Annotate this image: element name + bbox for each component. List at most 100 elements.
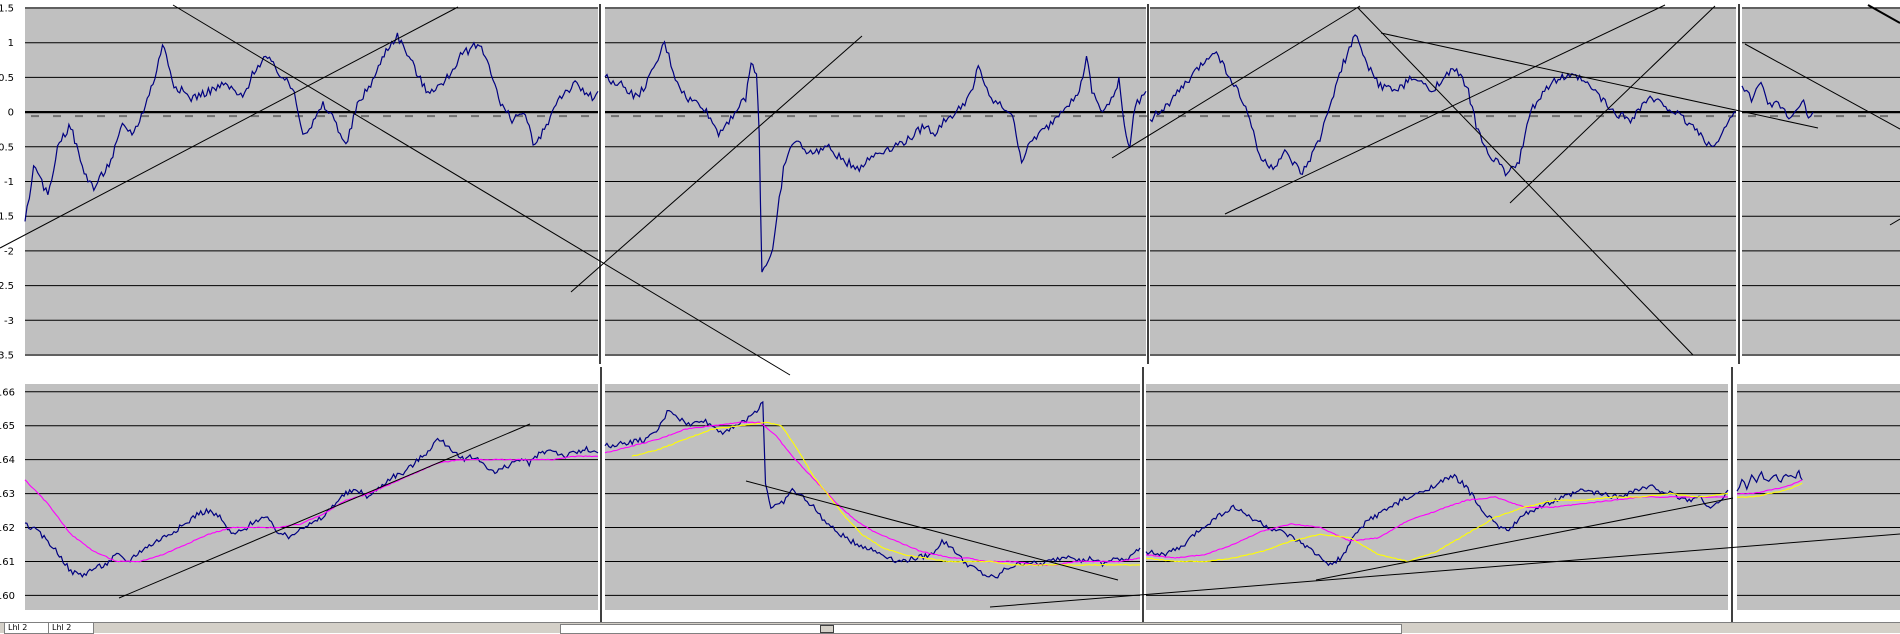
x-tick-mark [1836,115,1844,118]
x-tick-mark [1770,115,1778,118]
x-tick-mark [1552,115,1560,118]
y-tick-label: 1 [8,38,14,49]
x-tick-mark [383,115,391,118]
y-tick-label: -2 [4,246,14,257]
y-tick-label: 166 [0,387,15,398]
x-tick-mark [75,115,83,118]
x-tick-mark [1706,115,1714,118]
x-tick-mark [963,115,971,118]
y-tick-label: 162 [0,523,15,534]
top-chart: 1.5 1 0.5 0 -0.5 -1 -1.5 -2 -2.5 -3 -3.5 [0,4,1900,364]
y-tick-label: -1 [4,177,14,188]
y-tick-label: 0 [8,108,14,119]
x-tick-mark [1332,115,1340,118]
x-tick-mark [1029,115,1037,118]
x-tick-mark [1354,115,1362,118]
x-tick-mark [1310,115,1318,118]
x-tick-mark [537,115,545,118]
x-tick-mark [919,115,927,118]
x-tick-mark [677,115,685,118]
x-tick-mark [229,115,237,118]
x-tick-mark [1139,115,1147,118]
y-tick-label: -0.5 [0,142,14,153]
x-tick-mark [1073,115,1081,118]
x-tick-mark [853,115,861,118]
y-tick-label: 160 [0,591,15,602]
x-tick-mark [1792,115,1800,118]
x-tick-mark [1530,115,1538,118]
x-tick-mark [405,115,413,118]
x-tick-mark [559,115,567,118]
x-tick-mark [317,115,325,118]
x-tick-mark [1640,115,1648,118]
y-tick-label: -2.5 [0,281,14,292]
y-tick-label: -3 [4,316,14,327]
x-tick-mark [655,115,663,118]
x-tick-mark [1095,115,1103,118]
x-tick-mark [1156,115,1164,118]
x-tick-mark [1200,115,1208,118]
y-tick-label: 163 [0,489,15,500]
x-tick-mark [1748,115,1756,118]
x-tick-mark [361,115,369,118]
y-tick-label: -3.5 [0,351,14,362]
y-tick-label: -1.5 [0,212,14,223]
x-tick-mark [581,115,589,118]
x-tick-mark [339,115,347,118]
x-tick-mark [141,115,149,118]
x-tick-mark [787,115,795,118]
sheet-tab[interactable]: Lhl 2 [4,623,50,634]
x-tick-mark [1574,115,1582,118]
x-tick-mark [185,115,193,118]
x-tick-mark [97,115,105,118]
x-tick-mark [699,115,707,118]
x-tick-mark [611,115,619,118]
x-tick-mark [1486,115,1494,118]
x-tick-mark [273,115,281,118]
plot-area [1737,384,1900,610]
x-tick-mark [743,115,751,118]
x-tick-mark [207,115,215,118]
x-tick-mark [1880,115,1888,118]
horizontal-scrollbar[interactable] [560,624,1402,634]
chart-canvas: 1.5 1 0.5 0 -0.5 -1 -1.5 -2 -2.5 -3 -3.5 166 165 164… [0,4,1900,622]
x-tick-mark [427,115,435,118]
x-tick-mark [1508,115,1516,118]
x-tick-mark [1222,115,1230,118]
y-tick-label: 0.5 [0,73,14,84]
x-tick-mark [1464,115,1472,118]
x-tick-mark [1420,115,1428,118]
x-tick-mark [1007,115,1015,118]
x-tick-mark [1442,115,1450,118]
x-tick-mark [31,115,39,118]
x-tick-mark [1814,115,1822,118]
x-tick-mark [1288,115,1296,118]
y-tick-label: 1.5 [0,4,14,15]
x-tick-mark [941,115,949,118]
x-tick-mark [1398,115,1406,118]
sheet-tab[interactable]: Lhl 2 [48,623,94,634]
x-tick-mark [471,115,479,118]
bottom-chart: 166 165 164 163 162 161 160 [0,367,1900,622]
x-tick-mark [721,115,729,118]
x-tick-mark [119,115,127,118]
x-tick-mark [1858,115,1866,118]
x-tick-mark [875,115,883,118]
sheet-tab-bar: Lhl 2 Lhl 2 [0,622,1900,634]
x-tick-mark [1684,115,1692,118]
x-tick-mark [633,115,641,118]
x-tick-mark [1376,115,1384,118]
x-tick-mark [53,115,61,118]
x-tick-mark [449,115,457,118]
y-tick-label: 161 [0,557,15,568]
x-tick-mark [985,115,993,118]
x-tick-mark [1662,115,1670,118]
plot-area [605,384,1140,610]
x-tick-mark [493,115,501,118]
x-tick-mark [897,115,905,118]
x-tick-mark [1266,115,1274,118]
x-tick-mark [163,115,171,118]
plot-area [25,384,598,610]
x-tick-mark [809,115,817,118]
y-tick-label: 165 [0,421,15,432]
